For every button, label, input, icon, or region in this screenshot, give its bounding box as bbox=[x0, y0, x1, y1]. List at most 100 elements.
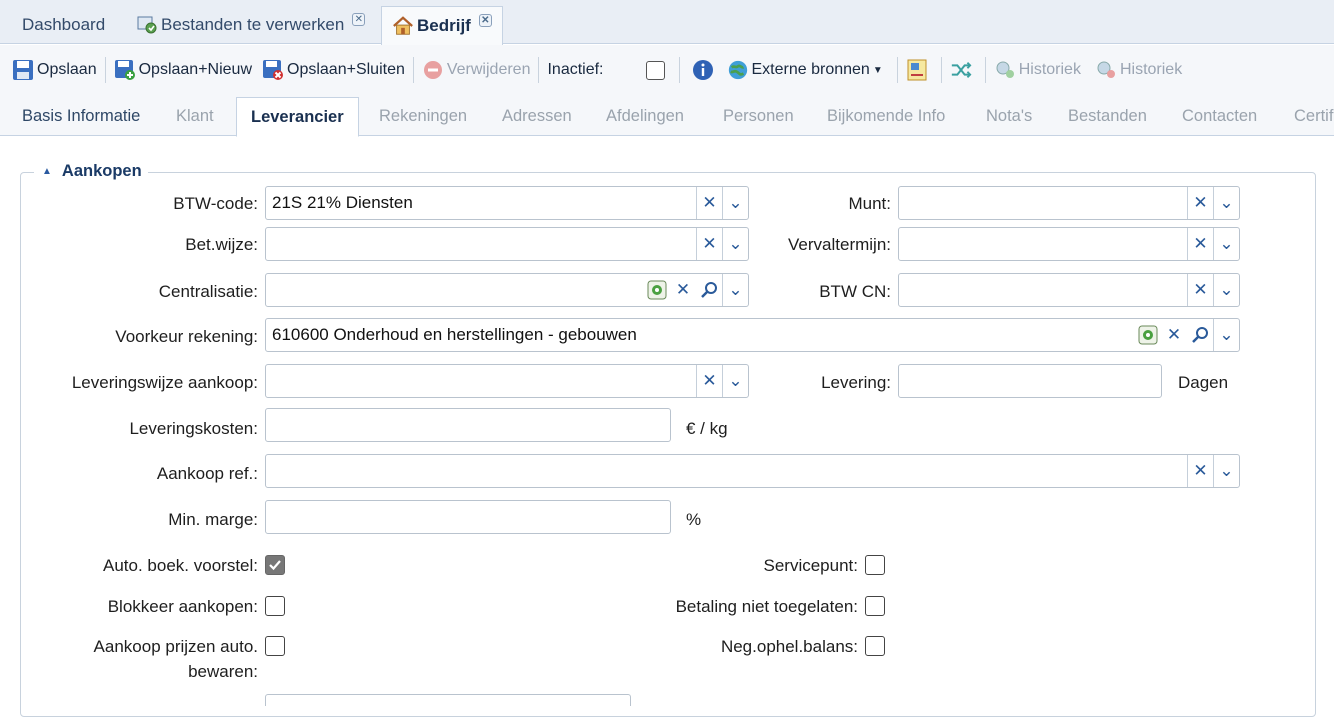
chevron-down-icon[interactable]: ⌄ bbox=[722, 187, 748, 219]
toolbar-divider bbox=[104, 57, 106, 83]
house-icon bbox=[392, 15, 414, 37]
search-icon[interactable] bbox=[696, 274, 722, 306]
partial-input[interactable] bbox=[265, 694, 631, 706]
tab-certif[interactable]: Certif bbox=[1294, 102, 1333, 136]
history-button-1[interactable]: Historiek bbox=[994, 59, 1081, 81]
history-button-2[interactable]: Historiek bbox=[1095, 59, 1182, 81]
search-icon[interactable] bbox=[1187, 319, 1213, 351]
clear-icon[interactable]: ✕ bbox=[696, 365, 722, 397]
shuffle-icon[interactable] bbox=[950, 59, 972, 81]
chevron-down-icon[interactable]: ⌄ bbox=[1213, 319, 1239, 351]
chevron-down-icon[interactable]: ⌄ bbox=[1213, 455, 1239, 487]
tab-basis-informatie[interactable]: Basis Informatie bbox=[22, 102, 140, 136]
collapse-triangle-icon: ▲ bbox=[42, 166, 52, 177]
toolbar-divider bbox=[538, 57, 540, 83]
close-icon[interactable]: ✕ bbox=[478, 13, 492, 27]
tab-afdelingen[interactable]: Afdelingen bbox=[606, 102, 684, 136]
clear-icon[interactable]: ✕ bbox=[1187, 274, 1213, 306]
betwijze-combo[interactable]: ✕ ⌄ bbox=[265, 227, 749, 261]
info-icon[interactable] bbox=[692, 59, 714, 81]
negophel-checkbox[interactable] bbox=[865, 636, 885, 656]
close-icon[interactable]: ✕ bbox=[352, 12, 366, 26]
add-icon[interactable] bbox=[644, 274, 670, 306]
leveringskosten-input[interactable] bbox=[265, 408, 671, 442]
blokkeer-checkbox[interactable] bbox=[265, 596, 285, 616]
history-add-icon bbox=[994, 59, 1016, 81]
min-marge-input[interactable] bbox=[265, 500, 671, 534]
save-new-button[interactable]: Opslaan+Nieuw bbox=[114, 59, 252, 81]
leveringswijze-combo[interactable]: ✕ ⌄ bbox=[265, 364, 749, 398]
tab-bestanden[interactable]: Bestanden bbox=[1068, 102, 1147, 136]
min-marge-unit: % bbox=[686, 510, 702, 529]
btw-code-combo[interactable]: 21S 21% Diensten ✕ ⌄ bbox=[265, 186, 749, 220]
betaling-checkbox[interactable] bbox=[865, 596, 885, 616]
betwijze-label: Bet.wijze: bbox=[185, 235, 258, 254]
aankoop-ref-combo[interactable]: ✕ ⌄ bbox=[265, 454, 1240, 488]
btw-code-label: BTW-code: bbox=[173, 194, 258, 213]
tab-dashboard-label: Dashboard bbox=[22, 15, 106, 34]
add-icon[interactable] bbox=[1135, 319, 1161, 351]
centralisatie-combo[interactable]: ✕ ⌄ bbox=[265, 273, 749, 307]
floppy-icon bbox=[12, 59, 34, 81]
aankoop-ref-label: Aankoop ref.: bbox=[156, 464, 258, 483]
save-close-button[interactable]: Opslaan+Sluiten bbox=[262, 59, 405, 81]
vervaltermijn-combo[interactable]: ✕ ⌄ bbox=[898, 227, 1240, 261]
history-remove-icon bbox=[1095, 59, 1117, 81]
tab-contacten[interactable]: Contacten bbox=[1182, 102, 1257, 136]
servicepunt-checkbox[interactable] bbox=[865, 555, 885, 575]
tab-bijkomende-info[interactable]: Bijkomende Info bbox=[827, 102, 945, 136]
save-button[interactable]: Opslaan bbox=[12, 59, 97, 81]
clear-icon[interactable]: ✕ bbox=[1187, 228, 1213, 260]
munt-combo[interactable]: ✕ ⌄ bbox=[898, 186, 1240, 220]
chevron-down-icon[interactable]: ⌄ bbox=[1213, 187, 1239, 219]
delete-button[interactable]: Verwijderen bbox=[422, 59, 531, 81]
voorkeur-rekening-value: 610600 Onderhoud en herstellingen - gebo… bbox=[272, 325, 637, 344]
floppy-close-icon bbox=[262, 59, 284, 81]
chevron-down-icon[interactable]: ⌄ bbox=[1213, 228, 1239, 260]
aankopen-section-toggle[interactable]: ▲ Aankopen bbox=[34, 162, 148, 181]
tab-notas[interactable]: Nota's bbox=[986, 102, 1032, 136]
tab-personen[interactable]: Personen bbox=[723, 102, 794, 136]
excel-icon[interactable] bbox=[906, 59, 928, 81]
levering-input[interactable] bbox=[898, 364, 1162, 398]
clear-icon[interactable]: ✕ bbox=[1187, 187, 1213, 219]
external-sources-button[interactable]: Externe bronnen ▼ bbox=[727, 59, 883, 81]
auto-boek-checkbox[interactable] bbox=[265, 555, 285, 575]
chevron-down-icon[interactable]: ⌄ bbox=[722, 274, 748, 306]
clear-icon[interactable]: ✕ bbox=[696, 187, 722, 219]
tab-bedrijf-label: Bedrijf bbox=[417, 16, 471, 35]
clear-icon[interactable]: ✕ bbox=[1187, 455, 1213, 487]
munt-label: Munt: bbox=[848, 194, 891, 213]
toolbar-divider bbox=[940, 57, 942, 83]
prijzen-label-line1: Aankoop prijzen auto. bbox=[93, 637, 258, 656]
btw-cn-combo[interactable]: ✕ ⌄ bbox=[898, 273, 1240, 307]
tab-leverancier[interactable]: Leverancier bbox=[236, 97, 359, 137]
section-tab-bar: Basis Informatie Klant Leverancier Reken… bbox=[0, 95, 1334, 137]
history-label-1: Historiek bbox=[1018, 61, 1081, 78]
tab-dashboard[interactable]: Dashboard bbox=[12, 6, 115, 44]
clear-icon[interactable]: ✕ bbox=[1161, 319, 1187, 351]
floppy-add-icon bbox=[114, 59, 136, 81]
tab-rekeningen[interactable]: Rekeningen bbox=[379, 102, 467, 136]
files-process-icon bbox=[136, 14, 158, 36]
delete-label: Verwijderen bbox=[446, 61, 531, 78]
leveringswijze-label: Leveringswijze aankoop: bbox=[71, 373, 258, 392]
chevron-down-icon[interactable]: ⌄ bbox=[722, 228, 748, 260]
leveringskosten-label: Leveringskosten: bbox=[129, 419, 258, 438]
tab-bestanden[interactable]: Bestanden te verwerken ✕ bbox=[126, 6, 375, 44]
clear-icon[interactable]: ✕ bbox=[670, 274, 696, 306]
inactive-checkbox[interactable] bbox=[645, 60, 665, 80]
voorkeur-rekening-combo[interactable]: 610600 Onderhoud en herstellingen - gebo… bbox=[265, 318, 1240, 352]
tab-adressen[interactable]: Adressen bbox=[502, 102, 572, 136]
clear-icon[interactable]: ✕ bbox=[696, 228, 722, 260]
min-marge-label: Min. marge: bbox=[168, 510, 258, 529]
chevron-down-icon[interactable]: ⌄ bbox=[722, 365, 748, 397]
tab-klant[interactable]: Klant bbox=[176, 102, 214, 136]
chevron-down-icon: ▼ bbox=[872, 64, 883, 76]
prijzen-bewaren-checkbox[interactable] bbox=[265, 636, 285, 656]
tab-bedrijf[interactable]: Bedrijf ✕ bbox=[381, 6, 503, 45]
tab-bestanden-label: Bestanden te verwerken bbox=[161, 15, 345, 34]
section-title: Aankopen bbox=[61, 162, 142, 180]
chevron-down-icon[interactable]: ⌄ bbox=[1213, 274, 1239, 306]
centralisatie-label: Centralisatie: bbox=[158, 282, 258, 301]
